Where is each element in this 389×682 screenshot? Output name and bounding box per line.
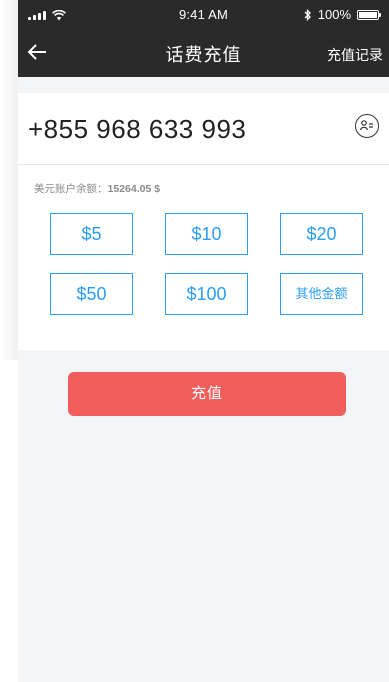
phone-number-row: +855 968 633 993 [18, 93, 389, 165]
balance-label: 美元账户余额： [34, 183, 108, 195]
amount-option-10[interactable]: $10 [165, 213, 248, 255]
navbar: 话费充值 充值记录 [18, 30, 389, 77]
phone-screen: 9:41 AM 100% 话费充值 充值记录 +855 968 633 993 … [18, 0, 389, 682]
amount-option-5[interactable]: $5 [50, 213, 133, 255]
section-gap [18, 77, 389, 93]
recharge-card: +855 968 633 993 美元账户余额：15264.05 $ $5 $1… [18, 93, 389, 350]
top-bar: 9:41 AM 100% 话费充值 充值记录 [18, 0, 389, 77]
phone-number[interactable]: +855 968 633 993 [28, 114, 246, 145]
contact-button[interactable] [355, 114, 379, 138]
bluetooth-icon [304, 8, 312, 21]
battery-icon [357, 9, 381, 20]
recharge-history-link[interactable]: 充值记录 [327, 45, 383, 65]
balance-text: 美元账户余额：15264.05 $ [34, 181, 160, 196]
amount-option-20[interactable]: $20 [280, 213, 363, 255]
status-right: 100% [304, 7, 381, 22]
status-bar: 9:41 AM 100% [18, 0, 389, 30]
battery-percent: 100% [317, 7, 351, 22]
amount-option-other[interactable]: 其他金额 [280, 273, 363, 315]
balance-amount: 15264.05 $ [107, 183, 161, 195]
left-edge-shadow [0, 0, 18, 360]
recharge-button[interactable]: 充值 [68, 372, 346, 416]
amount-option-100[interactable]: $100 [165, 273, 248, 315]
contact-card-icon [359, 120, 373, 131]
amount-option-50[interactable]: $50 [50, 273, 133, 315]
